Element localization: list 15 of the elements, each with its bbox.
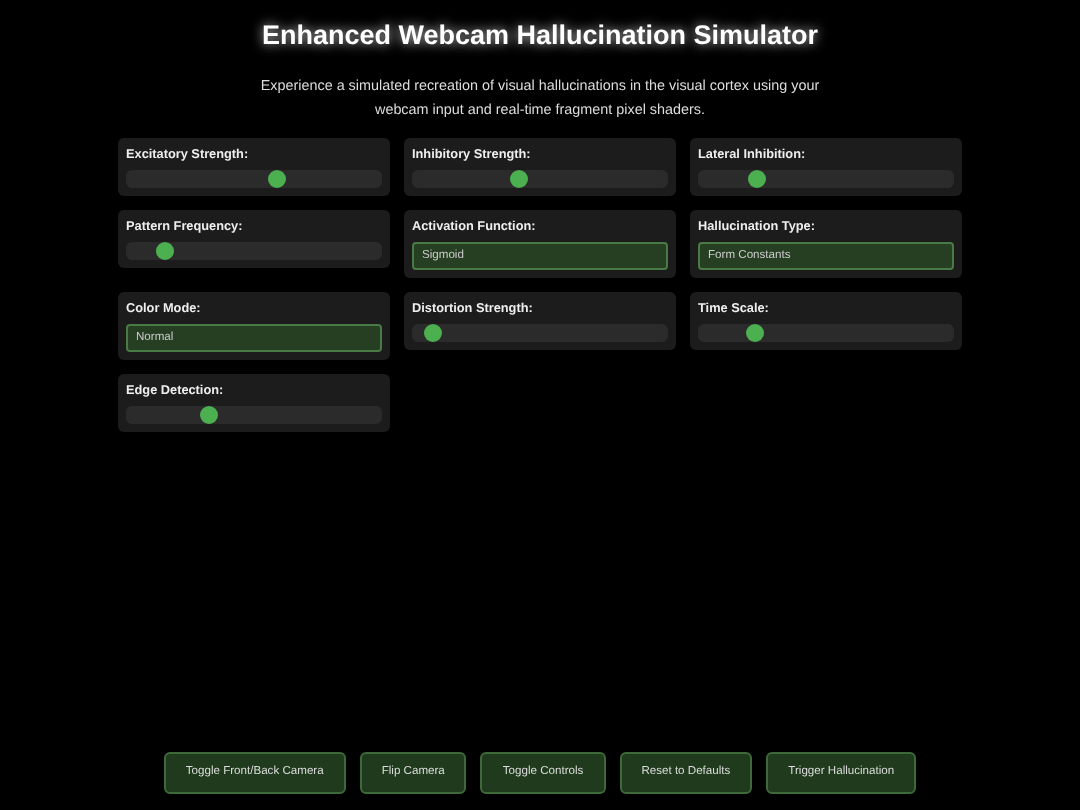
slider-thumb[interactable] [423, 324, 442, 342]
slider-track[interactable] [126, 242, 382, 260]
slider-thumb[interactable] [509, 170, 528, 188]
slider-track[interactable] [126, 406, 382, 424]
slider-thumb[interactable] [745, 324, 764, 342]
slider-thumb[interactable] [747, 170, 766, 188]
page-title: Enhanced Webcam Hallucination Simulator [261, 20, 819, 50]
slider-thumb[interactable] [199, 406, 218, 424]
slider-thumb[interactable] [156, 242, 175, 260]
slider-track[interactable] [698, 170, 954, 188]
slider-track[interactable] [698, 324, 954, 342]
slider-track[interactable] [412, 324, 668, 342]
slider-track[interactable] [412, 170, 668, 188]
slider-track[interactable] [126, 170, 382, 188]
slider-thumb[interactable] [268, 170, 287, 188]
